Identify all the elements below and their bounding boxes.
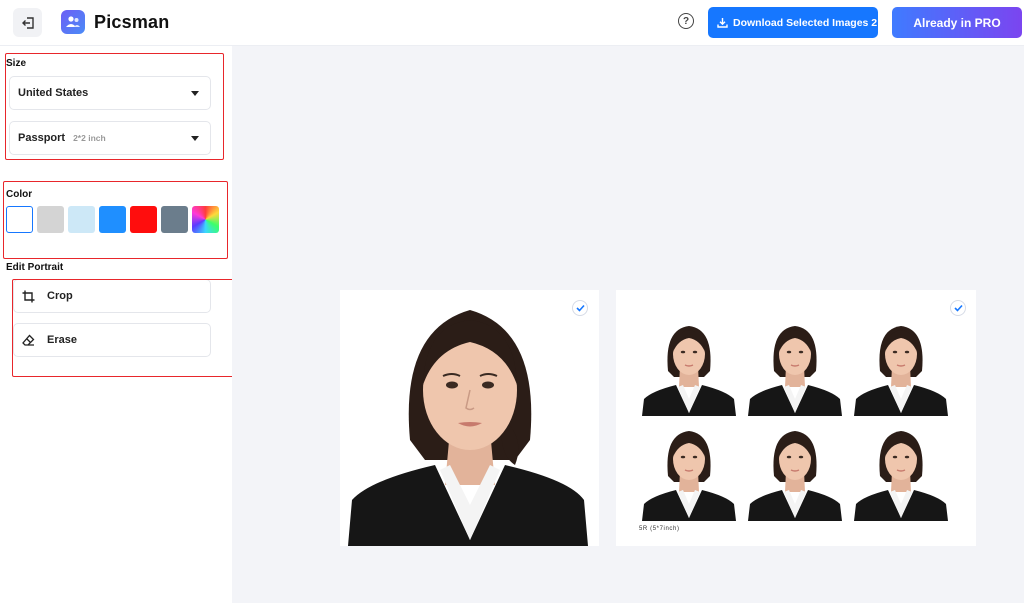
country-select[interactable]: United States: [9, 76, 211, 110]
sidebar: Size United States Passport 2*2 inch Col…: [0, 46, 232, 603]
question-icon: ?: [682, 15, 690, 27]
help-button[interactable]: ?: [678, 13, 694, 29]
check-icon: [575, 304, 585, 312]
preview-area: 5R (5*7inch): [232, 46, 1024, 603]
crop-label: Crop: [47, 290, 73, 302]
size-section-title: Size: [6, 58, 27, 69]
document-type-select[interactable]: Passport 2*2 inch: [9, 121, 211, 155]
passport-photo-card[interactable]: [340, 290, 599, 546]
back-button[interactable]: [13, 8, 42, 37]
swatch-light-gray[interactable]: [37, 206, 64, 233]
download-label: Download Selected Images 2: [733, 16, 878, 29]
check-icon: [953, 304, 963, 312]
eraser-icon: [22, 334, 35, 346]
caret-down-icon: [191, 91, 199, 96]
download-icon: [717, 18, 728, 28]
pro-button[interactable]: Already in PRO: [892, 7, 1022, 38]
color-section-title: Color: [6, 189, 33, 200]
print-sheet-card[interactable]: 5R (5*7inch): [616, 290, 976, 546]
select-check-photo[interactable]: [572, 300, 588, 316]
document-size-value: 2*2 inch: [73, 133, 106, 143]
erase-label: Erase: [47, 334, 77, 346]
caret-down-icon: [191, 136, 199, 141]
download-selected-button[interactable]: Download Selected Images 2: [708, 7, 878, 38]
app-logo: [61, 10, 85, 34]
sheet-size-caption: 5R (5*7inch): [639, 526, 680, 532]
color-swatches: [6, 206, 219, 233]
crop-button[interactable]: Crop: [13, 279, 211, 313]
swatch-light-blue[interactable]: [68, 206, 95, 233]
erase-button[interactable]: Erase: [13, 323, 211, 357]
select-check-sheet[interactable]: [950, 300, 966, 316]
top-bar: Picsman ? Download Selected Images 2 Alr…: [0, 0, 1024, 46]
swatch-red[interactable]: [130, 206, 157, 233]
country-value: United States: [18, 87, 89, 99]
crop-icon: [22, 290, 35, 302]
users-icon: [66, 16, 80, 27]
portrait-photo: [348, 310, 588, 546]
document-type-value: Passport: [18, 132, 66, 144]
swatch-custom-color[interactable]: [192, 206, 219, 233]
edit-portrait-section-title: Edit Portrait: [6, 262, 64, 273]
swatch-blue[interactable]: [99, 206, 126, 233]
app-name: Picsman: [94, 12, 170, 32]
swatch-slate[interactable]: [161, 206, 188, 233]
swatch-white[interactable]: [6, 206, 33, 233]
exit-icon: [21, 16, 34, 29]
print-sheet-photos: [641, 325, 949, 522]
